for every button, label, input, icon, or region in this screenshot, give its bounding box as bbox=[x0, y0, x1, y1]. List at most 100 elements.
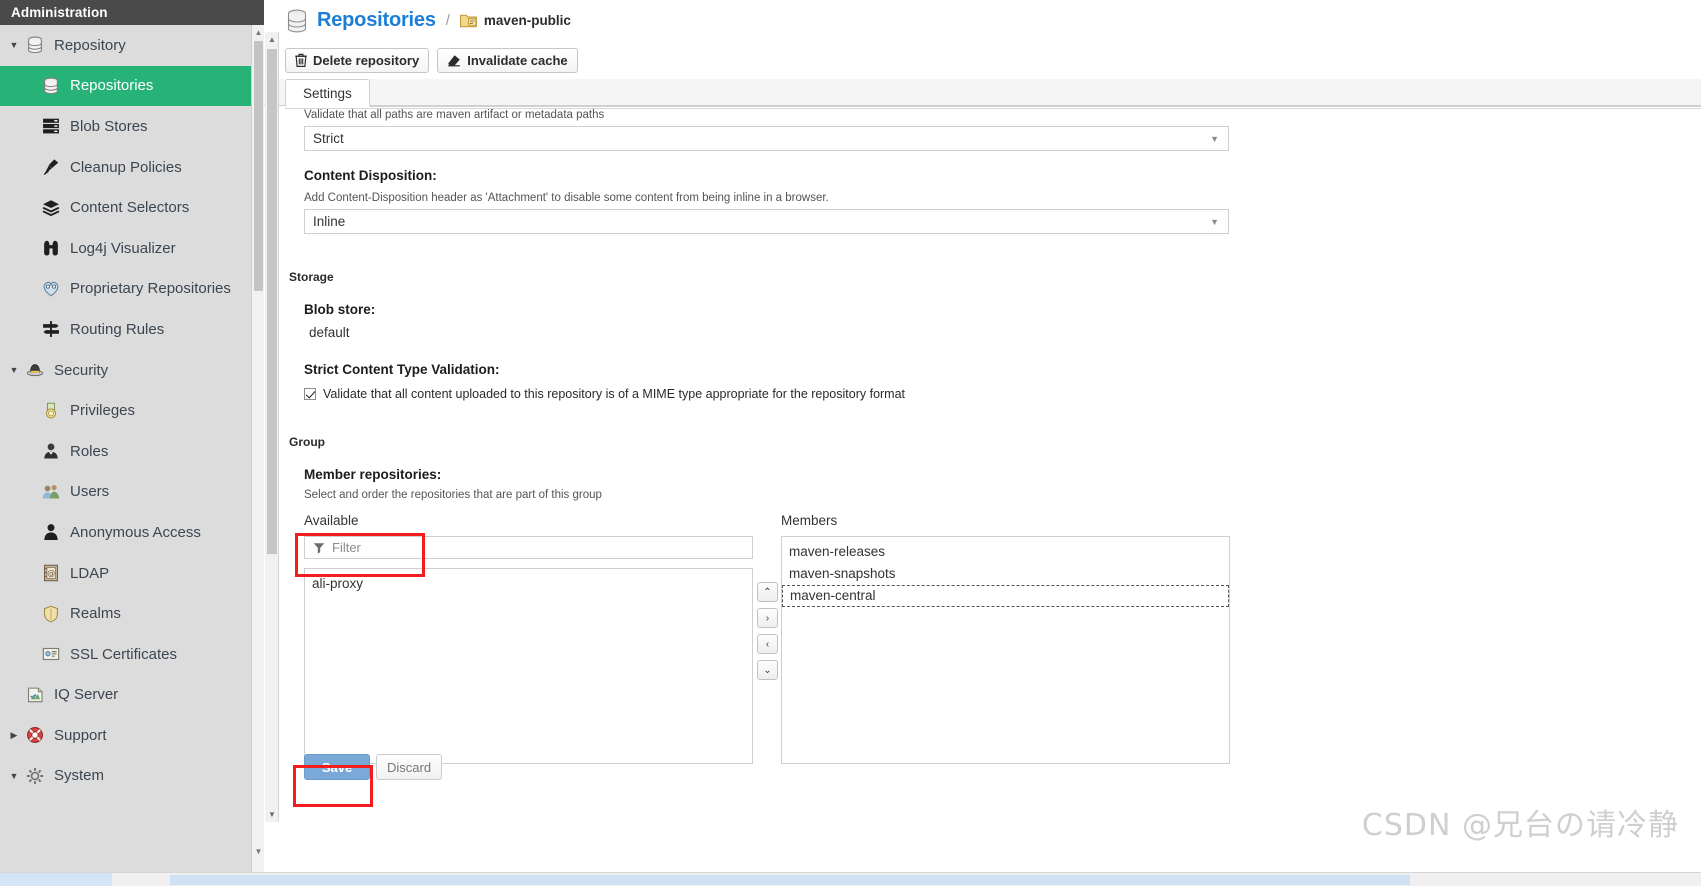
sidebar-item-content-selectors[interactable]: Content Selectors bbox=[0, 187, 264, 228]
move-down-button[interactable]: ⌄ bbox=[757, 660, 778, 680]
available-list-item[interactable]: ali-proxy bbox=[305, 573, 752, 595]
medal-icon bbox=[38, 402, 64, 420]
sidebar-item-label: Security bbox=[54, 361, 109, 379]
strict-content-type-checkbox-label: Validate that all content uploaded to th… bbox=[323, 387, 906, 401]
sidebar-item-label: Roles bbox=[70, 442, 109, 460]
sidebar-item-label: Users bbox=[70, 483, 110, 501]
members-heading: Members bbox=[781, 513, 838, 528]
chevron-down-icon[interactable]: ▼ bbox=[6, 40, 22, 50]
content-disposition-select[interactable]: Inline ▼ bbox=[304, 209, 1229, 234]
sidebar-item-blob-stores[interactable]: Blob Stores bbox=[0, 106, 264, 147]
chevron-right-icon[interactable]: ▶ bbox=[6, 730, 22, 741]
sidebar-item-cleanup-policies[interactable]: Cleanup Policies bbox=[0, 147, 264, 188]
available-filter-placeholder: Filter bbox=[332, 540, 361, 555]
horizontal-scrollbar[interactable] bbox=[0, 872, 1701, 886]
sidebar-item-proprietary-repositories[interactable]: Proprietary Repositories bbox=[0, 269, 264, 310]
database-icon bbox=[286, 9, 308, 33]
sidebar-item-anonymous-access[interactable]: Anonymous Access bbox=[0, 512, 264, 553]
breadcrumb-root-link[interactable]: Repositories bbox=[317, 9, 436, 32]
content-scroll-thumb[interactable] bbox=[267, 49, 277, 554]
horizontal-scroll-thumb[interactable] bbox=[170, 875, 1410, 885]
sidebar-item-label: Content Selectors bbox=[70, 199, 190, 217]
sidebar-item-ssl-certificates[interactable]: SSL Certificates bbox=[0, 634, 264, 675]
trash-icon bbox=[295, 53, 307, 67]
chevron-down-icon[interactable]: ▼ bbox=[6, 365, 22, 375]
sidebar-item-label: Blob Stores bbox=[70, 117, 148, 135]
gear-icon bbox=[22, 767, 48, 785]
horizontal-scroll-left-region[interactable] bbox=[0, 873, 112, 886]
sidebar-item-label: Routing Rules bbox=[70, 320, 165, 338]
members-list[interactable]: maven-releases maven-snapshots maven-centr… bbox=[781, 536, 1230, 764]
sidebar-item-label: Anonymous Access bbox=[70, 523, 201, 541]
move-up-button[interactable]: ⌃ bbox=[757, 582, 778, 602]
sidebar-scrollbar[interactable]: ▲ ▼ bbox=[251, 25, 264, 886]
invalidate-cache-button[interactable]: Invalidate cache bbox=[437, 47, 578, 73]
available-column: Available Filter ali-proxy bbox=[304, 513, 753, 764]
sidebar-item-roles[interactable]: Roles bbox=[0, 431, 264, 472]
role-person-icon bbox=[38, 442, 64, 460]
sidebar-item-label: Support bbox=[54, 726, 107, 744]
iq-server-icon bbox=[22, 686, 48, 704]
users-icon bbox=[38, 483, 64, 501]
member-list-item[interactable]: maven-snapshots bbox=[782, 563, 1229, 585]
tab-settings[interactable]: Settings bbox=[285, 79, 370, 107]
content-scroll-down-icon[interactable]: ▼ bbox=[267, 808, 277, 821]
delete-repository-button[interactable]: Delete repository bbox=[285, 47, 430, 73]
lifebuoy-icon bbox=[22, 726, 48, 744]
invalidate-cache-label: Invalidate cache bbox=[467, 52, 568, 68]
sidebar-item-label: LDAP bbox=[70, 564, 110, 582]
sidebar-item-label: Cleanup Policies bbox=[70, 158, 182, 176]
save-button[interactable]: Save bbox=[304, 754, 370, 780]
strict-content-type-checkbox[interactable] bbox=[304, 388, 316, 400]
sidebar-item-routing-rules[interactable]: Routing Rules bbox=[0, 309, 264, 350]
available-filter[interactable]: Filter bbox=[304, 536, 753, 559]
chevron-down-icon[interactable]: ▼ bbox=[6, 771, 22, 781]
move-left-button[interactable]: ‹ bbox=[757, 634, 778, 654]
main-content: Repositories / maven-public Delete repos… bbox=[264, 0, 1701, 886]
strict-content-type-field: Strict Content Type Validation: Validate… bbox=[285, 362, 1701, 401]
sidebar-item-security[interactable]: ▼ Security bbox=[0, 350, 264, 391]
sidebar-scroll-thumb[interactable] bbox=[254, 41, 263, 291]
blob-store-label: Blob store: bbox=[304, 302, 376, 317]
sidebar-item-repository[interactable]: ▼ Repository bbox=[0, 25, 264, 66]
layout-policy-helper: Validate that all paths are maven artifa… bbox=[304, 109, 605, 121]
member-repositories-transfer: Available Filter ali-proxy ⌃ › ‹ ⌄ Membe… bbox=[304, 513, 1701, 813]
eraser-icon bbox=[447, 53, 461, 67]
sidebar-scroll-down-icon[interactable]: ▼ bbox=[253, 846, 264, 858]
member-list-item[interactable]: maven-releases bbox=[782, 541, 1229, 563]
sidebar-item-system[interactable]: ▼ System bbox=[0, 756, 264, 797]
content-scroll-up-icon[interactable]: ▲ bbox=[267, 33, 277, 46]
sidebar-item-iq-server[interactable]: IQ Server bbox=[0, 675, 264, 716]
sidebar-item-support[interactable]: ▶ Support bbox=[0, 715, 264, 756]
security-hat-icon bbox=[22, 361, 48, 379]
repository-toolbar: Delete repository Invalidate cache bbox=[264, 41, 1701, 79]
move-right-button[interactable]: › bbox=[757, 608, 778, 628]
blob-store-value: default bbox=[309, 325, 350, 340]
chevron-down-icon: ▼ bbox=[1210, 217, 1219, 227]
member-repositories-helper: Select and order the repositories that a… bbox=[304, 489, 602, 501]
available-list[interactable]: ali-proxy bbox=[304, 568, 753, 764]
blob-store-field: Blob store: default bbox=[285, 302, 1701, 340]
content-scrollbar[interactable]: ▲ ▼ bbox=[265, 32, 279, 822]
layout-policy-value: Strict bbox=[313, 131, 344, 146]
sidebar-item-repositories[interactable]: Repositories bbox=[0, 65, 264, 107]
certificate-icon bbox=[38, 645, 64, 663]
sidebar-item-label: Privileges bbox=[70, 402, 136, 420]
sidebar-item-label: Repository bbox=[54, 36, 126, 54]
address-book-icon: @ bbox=[38, 564, 64, 582]
sidebar-scroll-up-icon[interactable]: ▲ bbox=[253, 27, 264, 39]
layout-policy-select[interactable]: Strict ▼ bbox=[304, 126, 1229, 151]
discard-button[interactable]: Discard bbox=[376, 754, 443, 780]
member-list-item[interactable]: maven-central bbox=[782, 585, 1229, 607]
strict-content-type-checkbox-row[interactable]: Validate that all content uploaded to th… bbox=[304, 387, 1701, 401]
sidebar-item-realms[interactable]: Realms bbox=[0, 593, 264, 634]
sidebar-item-log4j-visualizer[interactable]: Log4j Visualizer bbox=[0, 228, 264, 269]
tab-bar: Settings bbox=[264, 79, 1701, 107]
sidebar-nav-list: ▼ Repository Repositories Blob Stores Cleanu… bbox=[0, 25, 264, 796]
watermark: CSDN @兄台の请冷静 bbox=[1361, 808, 1679, 843]
sidebar-item-privileges[interactable]: Privileges bbox=[0, 390, 264, 431]
content-disposition-label: Content Disposition: bbox=[304, 168, 437, 183]
sidebar-item-label: SSL Certificates bbox=[70, 645, 177, 663]
sidebar-item-ldap[interactable]: @ LDAP bbox=[0, 553, 264, 594]
sidebar-item-users[interactable]: Users bbox=[0, 472, 264, 513]
